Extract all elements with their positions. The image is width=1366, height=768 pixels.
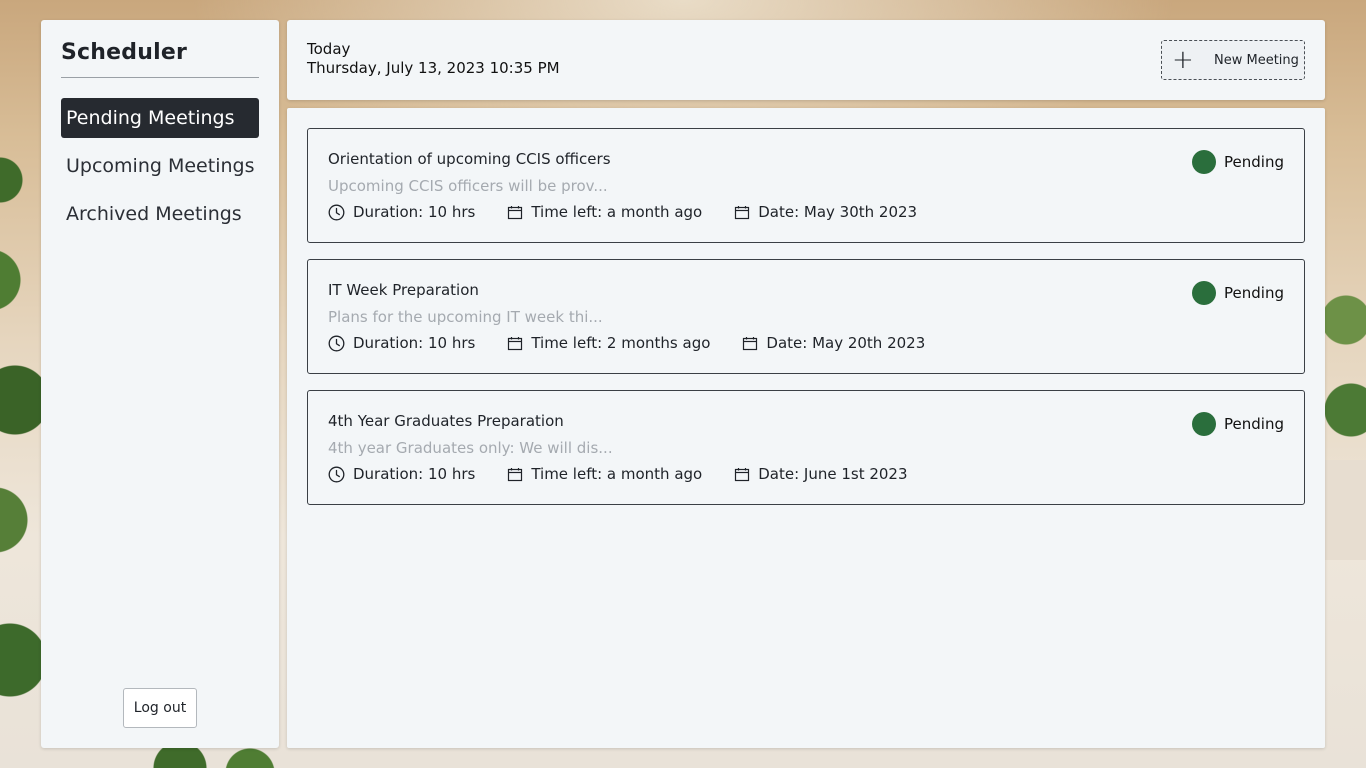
calendar-icon — [743, 336, 758, 350]
status-badge: Pending — [1192, 412, 1284, 436]
sidebar-nav: Pending Meetings Upcoming Meetings Archi… — [61, 98, 259, 234]
meeting-card[interactable]: Orientation of upcoming CCIS officers Up… — [307, 128, 1305, 243]
status-badge: Pending — [1192, 281, 1284, 305]
meeting-date: Date: May 30th 2023 — [734, 203, 917, 221]
app-title: Scheduler — [61, 40, 259, 78]
meetings-list: Orientation of upcoming CCIS officers Up… — [287, 108, 1325, 748]
sidebar: Scheduler Pending Meetings Upcoming Meet… — [41, 20, 279, 748]
meeting-date: Date: May 20th 2023 — [742, 334, 925, 352]
meeting-card[interactable]: 4th Year Graduates Preparation 4th year … — [307, 390, 1305, 505]
status-badge: Pending — [1192, 150, 1284, 174]
meeting-time-left: Time left: a month ago — [507, 465, 702, 483]
meeting-meta: Duration: 10 hrs Time left: 2 months ago… — [328, 334, 1284, 352]
meeting-meta: Duration: 10 hrs Time left: a month ago … — [328, 465, 1284, 483]
meeting-duration: Duration: 10 hrs — [328, 334, 475, 352]
sidebar-item-pending-meetings[interactable]: Pending Meetings — [61, 98, 259, 138]
status-dot — [1192, 412, 1217, 436]
meeting-description: Upcoming CCIS officers will be prov... — [328, 177, 608, 195]
new-meeting-button[interactable]: + New Meeting — [1161, 40, 1305, 80]
meeting-card[interactable]: IT Week Preparation Plans for the upcomi… — [307, 259, 1305, 374]
meeting-title: 4th Year Graduates Preparation — [328, 412, 564, 430]
calendar-icon — [508, 336, 523, 350]
sidebar-item-upcoming-meetings[interactable]: Upcoming Meetings — [61, 146, 259, 186]
meeting-date-text: Date: May 20th 2023 — [766, 334, 926, 352]
meeting-time-left-text: Time left: a month ago — [531, 465, 703, 483]
meeting-meta: Duration: 10 hrs Time left: a month ago … — [328, 203, 1284, 221]
meeting-time-left-text: Time left: 2 months ago — [531, 334, 711, 352]
logout-button[interactable]: Log out — [123, 688, 197, 728]
meeting-duration-text: Duration: 10 hrs — [353, 465, 476, 483]
meeting-duration: Duration: 10 hrs — [328, 203, 475, 221]
calendar-icon — [508, 467, 523, 481]
calendar-icon — [735, 205, 750, 219]
clock-icon — [328, 204, 345, 220]
meeting-duration-text: Duration: 10 hrs — [353, 203, 476, 221]
meeting-description: 4th year Graduates only: We will dis... — [328, 439, 613, 457]
status-dot — [1192, 150, 1217, 174]
clock-icon — [328, 335, 345, 351]
meeting-time-left: Time left: a month ago — [507, 203, 702, 221]
today-date: Thursday, July 13, 2023 10:35 PM — [307, 59, 560, 77]
plus-icon: + — [1172, 45, 1194, 75]
header: Today Thursday, July 13, 2023 10:35 PM +… — [287, 20, 1325, 100]
meeting-title: Orientation of upcoming CCIS officers — [328, 150, 611, 168]
meeting-description: Plans for the upcoming IT week thi... — [328, 308, 603, 326]
meeting-title: IT Week Preparation — [328, 281, 479, 299]
today-label: Today — [307, 40, 351, 58]
status-label: Pending — [1224, 284, 1284, 302]
meeting-time-left-text: Time left: a month ago — [531, 203, 703, 221]
sidebar-item-archived-meetings[interactable]: Archived Meetings — [61, 194, 259, 234]
meeting-date: Date: June 1st 2023 — [734, 465, 908, 483]
clock-icon — [328, 466, 345, 482]
calendar-icon — [735, 467, 750, 481]
meeting-date-text: Date: May 30th 2023 — [758, 203, 918, 221]
meeting-duration-text: Duration: 10 hrs — [353, 334, 476, 352]
meeting-date-text: Date: June 1st 2023 — [758, 465, 908, 483]
status-dot — [1192, 281, 1217, 305]
meeting-duration: Duration: 10 hrs — [328, 465, 475, 483]
status-label: Pending — [1224, 153, 1284, 171]
meeting-time-left: Time left: 2 months ago — [507, 334, 710, 352]
calendar-icon — [508, 205, 523, 219]
new-meeting-label: New Meeting — [1214, 52, 1299, 68]
status-label: Pending — [1224, 415, 1284, 433]
